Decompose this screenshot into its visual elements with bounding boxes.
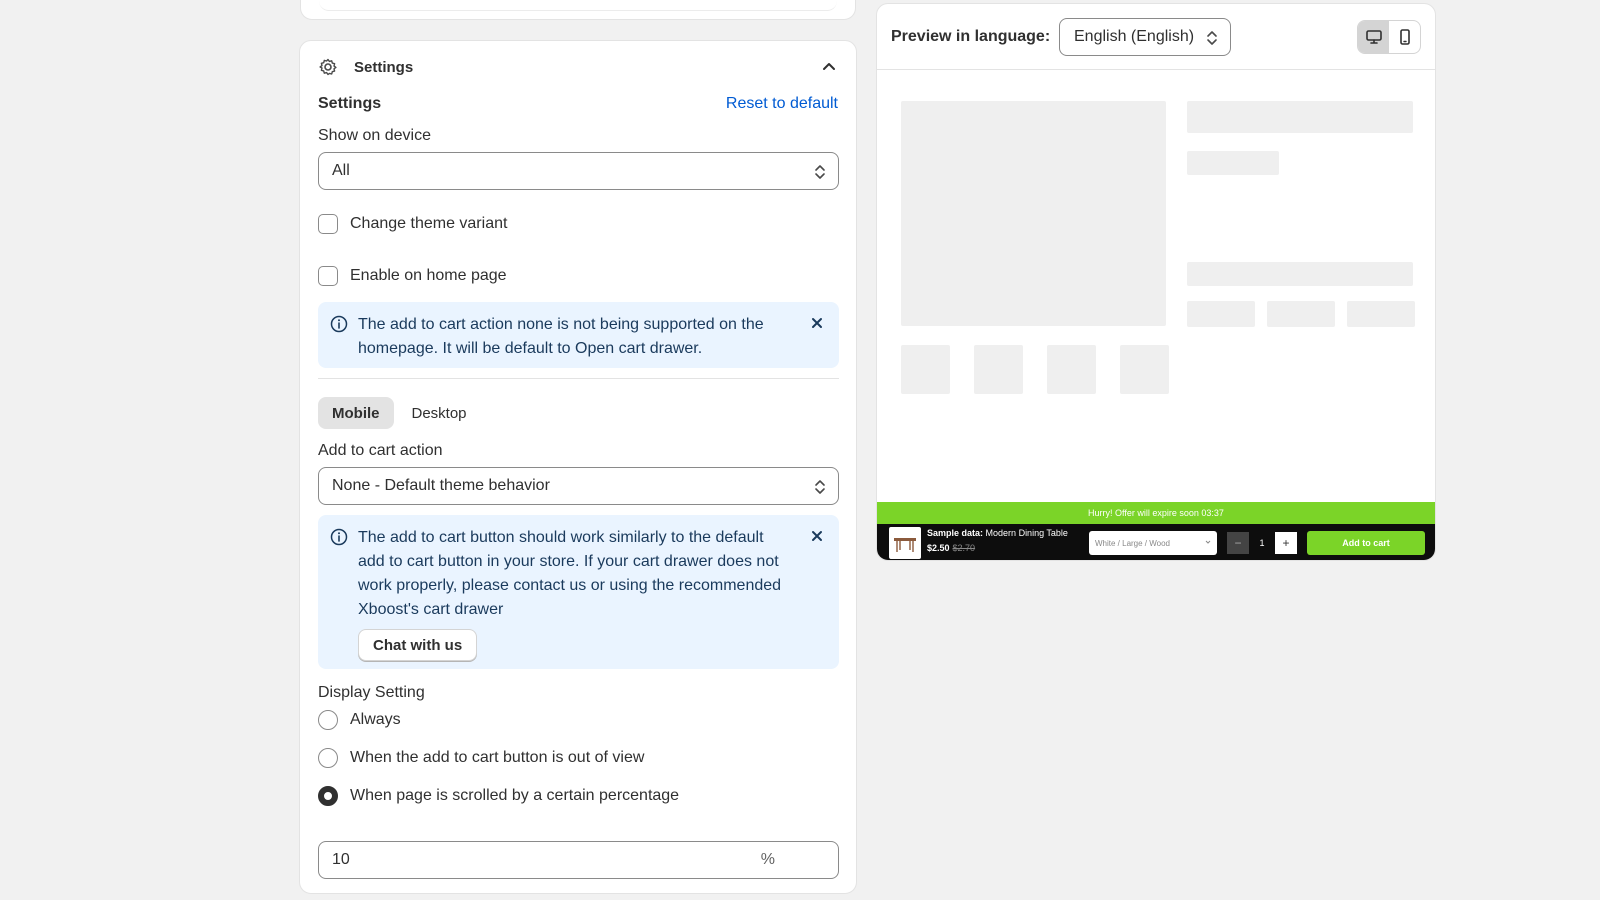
display-option-always[interactable]: Always	[318, 710, 401, 730]
homepage-banner-text: The add to cart action none is not being…	[358, 316, 764, 357]
enable-home-page-row[interactable]: Enable on home page	[318, 266, 507, 286]
settings-section-row: Settings Reset to default	[318, 95, 838, 113]
display-option-label: Always	[350, 711, 401, 728]
settings-header[interactable]: Settings	[318, 55, 838, 79]
radio-button[interactable]	[318, 710, 338, 730]
quantity-value[interactable]: 1	[1251, 532, 1273, 554]
quantity-minus-button[interactable]: −	[1227, 532, 1249, 554]
skeleton-product-image	[901, 101, 1166, 326]
display-setting-label: Display Setting	[318, 684, 425, 701]
divider	[318, 378, 839, 379]
add-to-cart-action-label: Add to cart action	[318, 442, 443, 459]
skeleton-thumbnail	[1047, 345, 1096, 394]
add-to-cart-action-select[interactable]: None - Default theme behavior	[318, 467, 839, 505]
add-to-cart-button[interactable]: Add to cart	[1307, 531, 1425, 555]
add-to-cart-action-value: None - Default theme behavior	[332, 477, 550, 494]
display-option-label: When the add to cart button is out of vi…	[350, 749, 645, 766]
skeleton-option	[1267, 301, 1335, 327]
skeleton-option	[1347, 301, 1415, 327]
display-option-label: When page is scrolled by a certain perce…	[350, 787, 680, 804]
offer-countdown-bar: Hurry! Offer will expire soon 03:37	[877, 502, 1435, 524]
product-name: Sample data: Modern Dining Table	[927, 528, 1068, 538]
percentage-value: 10	[332, 851, 350, 868]
chevron-up-icon[interactable]	[820, 58, 838, 76]
skeleton-thumbnail	[1120, 345, 1169, 394]
radio-button-selected[interactable]	[318, 786, 338, 806]
desktop-icon	[1365, 30, 1382, 44]
show-on-device-select[interactable]: All	[318, 152, 839, 190]
enable-home-page-checkbox[interactable]	[318, 266, 338, 286]
info-icon	[330, 528, 348, 546]
desktop-preview-button[interactable]	[1358, 21, 1389, 53]
close-icon[interactable]	[809, 528, 825, 544]
radio-button[interactable]	[318, 748, 338, 768]
close-icon[interactable]	[809, 315, 825, 331]
price: $2.50	[927, 543, 950, 553]
chevron-down-icon	[1205, 540, 1211, 544]
display-option-out-of-view[interactable]: When the add to cart button is out of vi…	[318, 748, 644, 768]
preview-header: Preview in language: English (English)	[877, 4, 1435, 70]
select-arrows-icon	[815, 480, 825, 494]
preview-language-label: Preview in language:	[891, 28, 1051, 45]
skeleton-thumbnail	[901, 345, 950, 394]
skeleton-thumbnail	[974, 345, 1023, 394]
skeleton-option	[1187, 301, 1255, 327]
change-theme-variant-checkbox[interactable]	[318, 214, 338, 234]
table-icon	[894, 538, 916, 552]
quantity-plus-button[interactable]: +	[1275, 532, 1297, 554]
percentage-suffix: %	[760, 851, 775, 868]
preview-card: Preview in language: English (English) H…	[876, 3, 1436, 561]
device-tabs: Mobile Desktop	[318, 397, 481, 429]
tab-mobile[interactable]: Mobile	[318, 397, 394, 429]
gear-icon	[319, 58, 337, 76]
enable-home-page-label: Enable on home page	[350, 267, 507, 284]
change-theme-variant-label: Change theme variant	[350, 215, 508, 232]
language-value: English (English)	[1074, 28, 1195, 45]
select-arrows-icon	[815, 165, 825, 179]
change-theme-variant-row[interactable]: Change theme variant	[318, 214, 507, 234]
settings-card: Settings Settings Reset to default Show …	[299, 40, 857, 894]
language-select[interactable]: English (English)	[1059, 18, 1231, 56]
previous-section-inner	[319, 0, 837, 11]
show-on-device-label: Show on device	[318, 127, 431, 144]
product-name-prefix: Sample data:	[927, 528, 984, 538]
compare-price: $2.70	[952, 543, 976, 553]
sticky-add-to-cart-bar: Sample data: Modern Dining Table $2.50 $2…	[877, 524, 1435, 560]
display-option-scrolled[interactable]: When page is scrolled by a certain perce…	[318, 786, 679, 806]
mobile-preview-button[interactable]	[1389, 21, 1420, 53]
product-name-text: Modern Dining Table	[985, 528, 1068, 538]
skeleton-price	[1187, 151, 1279, 175]
skeleton-line	[1187, 262, 1413, 286]
homepage-info-banner: The add to cart action none is not being…	[318, 302, 839, 368]
section-title: Settings	[318, 95, 382, 112]
select-arrows-icon	[1207, 31, 1217, 45]
show-on-device-value: All	[332, 162, 350, 179]
settings-header-title: Settings	[354, 58, 414, 76]
info-icon	[330, 315, 348, 333]
previous-section-card	[300, 0, 856, 20]
cart-drawer-banner-text: The add to cart button should work simil…	[358, 529, 782, 618]
variant-select[interactable]: White / Large / Wood	[1089, 531, 1217, 555]
product-thumbnail	[889, 527, 921, 559]
reset-to-default-link[interactable]: Reset to default	[726, 95, 838, 113]
skeleton-title	[1187, 101, 1413, 133]
percentage-input[interactable]: 10 %	[318, 841, 839, 879]
tab-desktop[interactable]: Desktop	[398, 397, 481, 429]
mobile-icon	[1399, 29, 1410, 45]
device-toggle	[1357, 20, 1421, 54]
variant-value: White / Large / Wood	[1095, 538, 1170, 548]
product-price: $2.50 $2.70	[927, 543, 975, 553]
chat-with-us-button[interactable]: Chat with us	[358, 629, 478, 661]
cart-drawer-info-banner: The add to cart button should work simil…	[318, 515, 839, 669]
